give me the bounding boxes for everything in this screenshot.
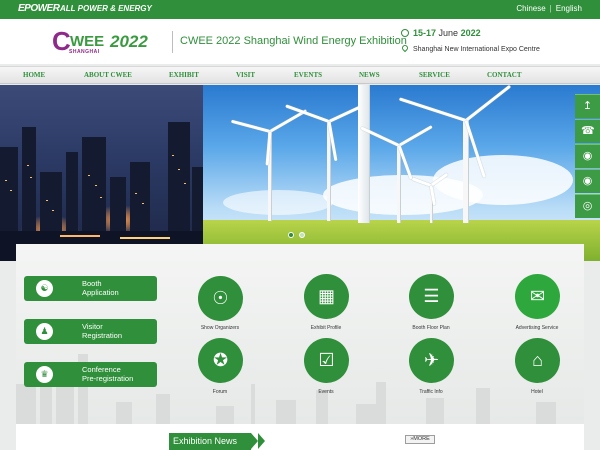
hotel-label[interactable]: Hotel (497, 389, 577, 395)
qq-button-2[interactable]: ◉ (575, 169, 600, 193)
exhibit-profile-label[interactable]: Exhibit Profile (286, 325, 366, 331)
nav-visit[interactable]: VISIT (236, 71, 255, 79)
venue-text: Shanghai New International Expo Centre (413, 46, 540, 53)
qq-icon: ◉ (582, 150, 593, 162)
back-to-top-button[interactable]: ↥ (575, 94, 600, 118)
language-switcher: Chinese | English (516, 4, 582, 13)
globe-icon: ☉ (212, 288, 229, 308)
top-bar: EPOWER ALL POWER & ENERGY Chinese | Englis… (0, 0, 600, 19)
conference-preregistration-button[interactable]: ♛ Conference Pre-registration (24, 362, 157, 387)
phone-icon: ☎ (581, 125, 595, 137)
header-divider (172, 31, 173, 53)
booth-application-label: Booth Application (82, 279, 119, 297)
exhibition-date: 15-17 June 2022 (401, 28, 481, 38)
slider-pagination (288, 225, 310, 243)
nav-service[interactable]: SERVICE (419, 71, 450, 79)
lang-english-link[interactable]: English (556, 4, 582, 13)
visitor-registration-button[interactable]: ♟ Visitor Registration (24, 319, 157, 344)
main-nav: HOME ABOUT CWEE EXHIBIT VISIT EVENTS NEW… (0, 66, 600, 84)
chevron-right-icon (251, 433, 258, 449)
more-label: MORE (413, 436, 430, 442)
epower-logo[interactable]: EPOWER (18, 3, 60, 14)
nav-news[interactable]: NEWS (359, 71, 380, 79)
allpower-logo[interactable]: ALL POWER & ENERGY (60, 4, 152, 13)
slide-dot-1[interactable] (288, 232, 294, 238)
traffic-info-button[interactable]: ✈ (409, 338, 454, 383)
date-days: 15-17 (413, 28, 437, 38)
logo-letter-c: C (52, 26, 71, 56)
back-to-top-icon: ↥ (582, 100, 593, 112)
logo-city: SHANGHAI (69, 49, 100, 55)
show-organizers-label[interactable]: Show Organizers (180, 325, 260, 331)
handshake-icon: ☯ (36, 280, 53, 297)
events-button[interactable]: ☑ (304, 338, 349, 383)
checklist-icon: ☑ (318, 350, 335, 370)
forum-label[interactable]: Forum (180, 389, 260, 395)
show-organizers-button[interactable]: ☉ (198, 276, 243, 321)
news-section (16, 424, 584, 450)
lang-chinese-link[interactable]: Chinese (516, 4, 545, 13)
logo-year: 2022 (110, 32, 148, 51)
conference-icon: ♛ (36, 366, 53, 383)
weibo-icon: ◎ (582, 200, 593, 212)
exhibit-profile-button[interactable]: ▦ (304, 274, 349, 319)
conference-preregistration-label: Conference Pre-registration (82, 365, 134, 383)
hero-banner[interactable] (0, 85, 600, 261)
exhibition-venue: Shanghai New International Expo Centre (400, 43, 540, 53)
nav-about[interactable]: ABOUT CWEE (84, 71, 132, 79)
visitors-icon: ♟ (36, 323, 53, 340)
clock-icon (401, 29, 409, 37)
slide-dot-2[interactable] (299, 232, 305, 238)
weibo-button[interactable]: ◎ (575, 194, 600, 218)
more-news-button[interactable]: »MORE (405, 435, 435, 444)
exhibition-title: CWEE 2022 Shanghai Wind Energy Exhibitio… (180, 35, 407, 47)
nav-contact[interactable]: CONTACT (487, 71, 521, 79)
events-label[interactable]: Events (286, 389, 366, 395)
traffic-info-label[interactable]: Traffic Info (391, 389, 471, 395)
forum-button[interactable]: ✪ (198, 338, 243, 383)
qq-icon: ◉ (582, 175, 593, 187)
booth-floor-plan-button[interactable]: ☰ (409, 274, 454, 319)
site-header: C WEE 2022 SHANGHAI CWEE 2022 Shanghai W… (0, 19, 600, 64)
nav-exhibit[interactable]: EXHIBIT (169, 71, 199, 79)
hotel-button[interactable]: ⌂ (515, 338, 560, 383)
booth-application-button[interactable]: ☯ Booth Application (24, 276, 157, 301)
megaphone-icon: ✉ (529, 286, 546, 306)
airplane-icon: ✈ (423, 350, 440, 370)
calendar-icon: ▦ (317, 286, 335, 306)
phone-button[interactable]: ☎ (575, 119, 600, 143)
visitor-registration-label: Visitor Registration (82, 322, 123, 340)
chevron-right-icon (258, 433, 265, 449)
hotel-icon: ⌂ (532, 350, 543, 370)
exhibition-news-heading[interactable]: Exhibition News (169, 433, 251, 450)
city-night-image (0, 85, 203, 261)
medal-icon: ✪ (212, 350, 229, 370)
booth-floor-plan-label[interactable]: Booth Floor Plan (391, 325, 471, 331)
logo-wee: WEE (70, 33, 105, 50)
nav-events[interactable]: EVENTS (294, 71, 322, 79)
clipboard-icon: ☰ (423, 286, 440, 306)
advertising-service-button[interactable]: ✉ (515, 274, 560, 319)
advertising-service-label[interactable]: Advertising Service (497, 325, 577, 331)
nav-home[interactable]: HOME (23, 71, 45, 79)
location-pin-icon (400, 43, 410, 53)
date-year: 2022 (460, 28, 481, 38)
date-month: June (438, 28, 459, 38)
cwee-logo[interactable]: C WEE 2022 SHANGHAI (52, 26, 164, 57)
qq-button-1[interactable]: ◉ (575, 144, 600, 168)
